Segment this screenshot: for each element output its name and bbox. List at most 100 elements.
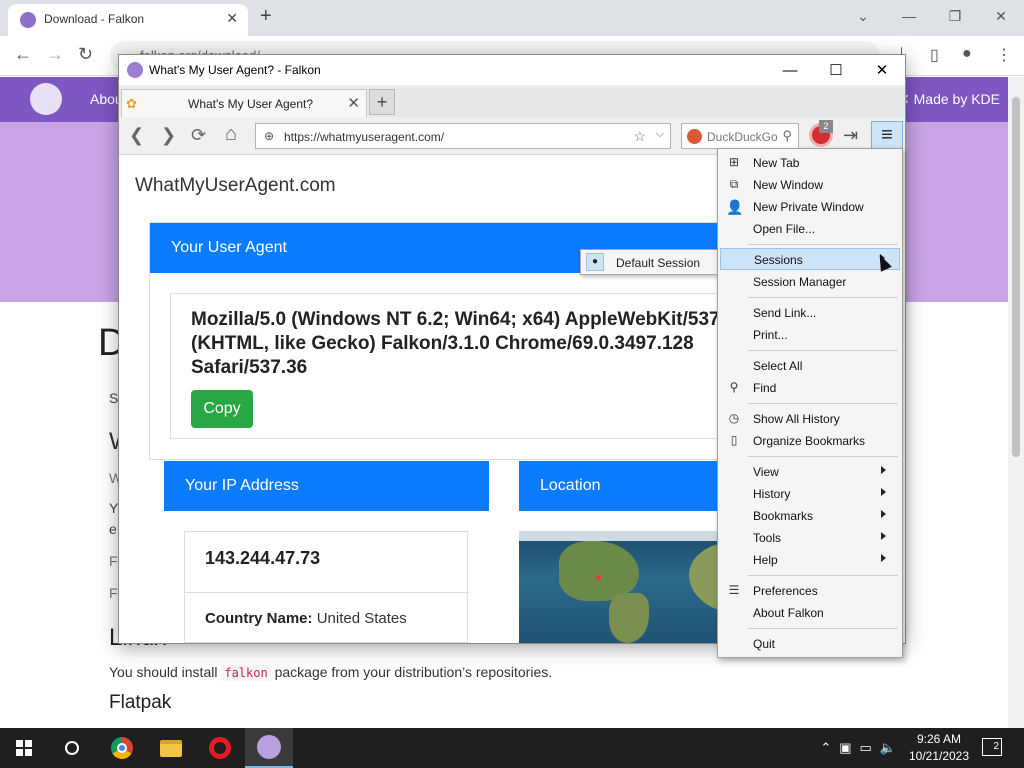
- home-icon[interactable]: ⌂: [225, 123, 237, 146]
- made-by-kde-link[interactable]: ✕ Made by KDE: [898, 91, 1000, 108]
- close-icon[interactable]: ✕: [859, 55, 905, 85]
- search-button[interactable]: [48, 728, 96, 768]
- menu-item-default-session[interactable]: ● Default Session: [584, 252, 716, 272]
- chevron-up-icon[interactable]: ⌃: [820, 740, 831, 756]
- window-title: What's My User Agent? - Falkon: [149, 63, 321, 77]
- tab-whats-my-user-agent[interactable]: ✿ What's My User Agent? ✕: [121, 89, 367, 117]
- bookmark-star-icon[interactable]: ☆: [633, 128, 646, 145]
- back-icon[interactable]: ←: [14, 44, 32, 65]
- menu-item-about-falkon[interactable]: About Falkon: [720, 602, 900, 624]
- chevron-down-icon[interactable]: ⌄: [840, 0, 886, 32]
- menu-item-quit[interactable]: Quit: [720, 633, 900, 655]
- menu-item-new-private-window[interactable]: 👤 New Private Window: [720, 196, 900, 218]
- profile-icon[interactable]: ●: [962, 45, 972, 63]
- forward-icon[interactable]: →: [46, 44, 64, 65]
- country-label: Country Name:: [205, 610, 313, 627]
- menu-item-view[interactable]: View: [720, 461, 900, 483]
- sidebar-toggle-icon[interactable]: ⇥: [843, 125, 858, 146]
- site-brand[interactable]: WhatMyUserAgent.com: [135, 175, 336, 197]
- notification-center-icon[interactable]: 2: [982, 738, 1002, 756]
- folder-icon: [160, 739, 182, 757]
- menu-dots-icon[interactable]: ⋮: [996, 45, 1012, 65]
- copy-button[interactable]: Copy: [191, 390, 253, 428]
- menu-separator: [748, 456, 898, 457]
- forward-icon[interactable]: ❯: [161, 125, 176, 146]
- bg-tab[interactable]: Download - Falkon ✕: [8, 4, 248, 36]
- menu-item-bookmarks[interactable]: Bookmarks: [720, 505, 900, 527]
- close-icon[interactable]: ✕: [226, 10, 238, 27]
- clock-date: 10/21/2023: [908, 749, 970, 763]
- menu-item-history[interactable]: History: [720, 483, 900, 505]
- map-landmass: [559, 541, 639, 601]
- minimize-icon[interactable]: —: [767, 55, 813, 85]
- country-value: United States: [316, 610, 407, 627]
- search-icon[interactable]: ⚲: [782, 128, 792, 144]
- menu-item-preferences[interactable]: ☰ Preferences: [720, 580, 900, 602]
- submenu-arrow-icon: [881, 532, 886, 540]
- install-instructions: You should install falkon package from y…: [109, 664, 553, 681]
- close-icon[interactable]: ✕: [978, 0, 1024, 32]
- reload-icon[interactable]: ⟳: [191, 125, 206, 146]
- taskbar-opera[interactable]: [196, 728, 244, 768]
- menu-item-open-file[interactable]: Open File...: [720, 218, 900, 240]
- menu-item-session-manager[interactable]: Session Manager: [720, 271, 900, 293]
- hamburger-menu-icon[interactable]: ≡: [871, 121, 903, 151]
- menu-item-sessions[interactable]: Sessions: [720, 248, 900, 270]
- scroll-thumb[interactable]: [1012, 97, 1020, 457]
- menu-item-label: Show All History: [753, 412, 840, 426]
- menu-item-label: Open File...: [753, 222, 816, 236]
- menu-item-new-tab[interactable]: ⊞ New Tab: [720, 152, 900, 174]
- menu-item-tools[interactable]: Tools: [720, 527, 900, 549]
- install-package-code: falkon: [221, 665, 271, 681]
- menu-separator: [748, 575, 898, 576]
- bg-text-fragment: F: [109, 553, 118, 569]
- reload-icon[interactable]: ↻: [78, 44, 93, 65]
- back-icon[interactable]: ❮: [129, 125, 144, 146]
- new-tab-button[interactable]: +: [260, 5, 272, 28]
- menu-item-label: New Tab: [753, 156, 800, 170]
- chrome-icon: [111, 737, 133, 759]
- volume-muted-icon[interactable]: 🔈: [880, 740, 896, 756]
- taskbar-chrome[interactable]: [98, 728, 146, 768]
- install-text-post: package from your distribution’s reposit…: [270, 664, 553, 680]
- side-panel-icon[interactable]: ▯: [930, 45, 939, 65]
- security-icon[interactable]: ▣: [839, 740, 851, 756]
- menu-separator: [748, 350, 898, 351]
- restore-icon[interactable]: ❐: [932, 0, 978, 32]
- sessions-submenu: ● Default Session: [580, 249, 720, 275]
- falkon-titlebar: What's My User Agent? - Falkon — ☐ ✕: [119, 55, 905, 85]
- menu-item-find[interactable]: ⚲ Find: [720, 377, 900, 399]
- new-tab-button[interactable]: +: [369, 89, 395, 115]
- taskbar-falkon[interactable]: [245, 728, 293, 768]
- chevron-down-icon[interactable]: ⌵: [656, 128, 664, 141]
- bg-scrollbar[interactable]: [1008, 77, 1024, 728]
- globe-icon: ⊕: [264, 129, 275, 143]
- menu-item-label: Organize Bookmarks: [753, 434, 866, 448]
- location-pin-icon: [596, 575, 601, 580]
- falkon-main-menu: ⊞ New Tab ⧉ New Window 👤 New Private Window…: [717, 148, 903, 658]
- maximize-icon[interactable]: ☐: [813, 55, 859, 85]
- taskbar-clock[interactable]: 9:26 AM 10/21/2023: [906, 731, 972, 765]
- start-button[interactable]: [0, 728, 48, 768]
- search-bar[interactable]: DuckDuckGo ⚲: [681, 123, 799, 149]
- menu-item-show-all-history[interactable]: ◷ Show All History: [720, 408, 900, 430]
- menu-item-label: Quit: [753, 637, 776, 651]
- menu-separator: [748, 628, 898, 629]
- menu-item-label: Sessions: [754, 253, 803, 267]
- minimize-icon[interactable]: —: [886, 0, 932, 32]
- menu-item-organize-bookmarks[interactable]: ▯ Organize Bookmarks: [720, 430, 900, 452]
- network-icon[interactable]: ▭: [860, 740, 872, 756]
- menu-item-label: Print...: [753, 328, 788, 342]
- menu-item-send-link[interactable]: Send Link...: [720, 302, 900, 324]
- menu-item-select-all[interactable]: Select All: [720, 355, 900, 377]
- close-icon[interactable]: ✕: [347, 94, 360, 112]
- menu-item-print[interactable]: Print...: [720, 324, 900, 346]
- taskbar-file-explorer[interactable]: [147, 728, 195, 768]
- url-bar[interactable]: ⊕ https://whatmyuseragent.com/ ☆ ⌵: [255, 123, 671, 149]
- menu-item-label: Find: [753, 381, 777, 395]
- preferences-icon: ☰: [728, 583, 740, 597]
- menu-item-new-window[interactable]: ⧉ New Window: [720, 174, 900, 196]
- bookmark-icon: ▯: [730, 433, 738, 447]
- menu-item-help[interactable]: Help: [720, 549, 900, 571]
- divider: [185, 642, 469, 643]
